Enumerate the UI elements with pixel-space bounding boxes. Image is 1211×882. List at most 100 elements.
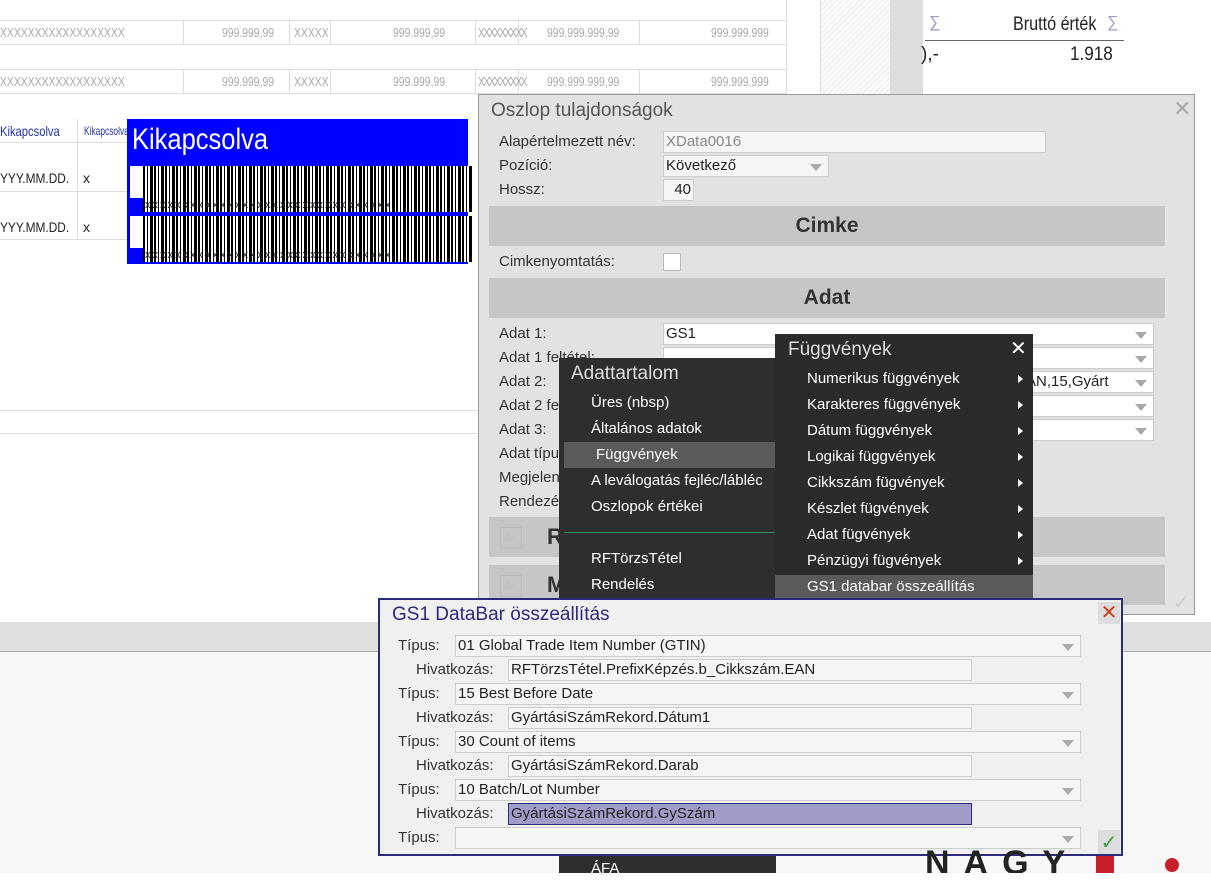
submenu-arrow-icon (1018, 375, 1027, 383)
menu-divider (564, 532, 776, 533)
header-cell: Kikapcsolva (0, 123, 60, 139)
report-cell: 999.999.999 (711, 74, 769, 89)
date-cell: YYY.MM.DD. (0, 219, 70, 235)
submenu-arrow-icon (1018, 505, 1027, 513)
type-select[interactable]: 01 Global Trade Item Number (GTIN) (455, 635, 1081, 657)
type-label: Típus: (398, 637, 440, 654)
submenu-arrow-icon (1018, 453, 1027, 461)
gs1-databar-dialog: GS1 DataBar összeállítás ✕ Típus: 01 Glo… (378, 598, 1123, 856)
data2-label: Adat 2: (499, 373, 547, 390)
submenu-arrow-icon (1018, 531, 1027, 539)
ref-label: Hivatkozás: (416, 805, 494, 822)
label-print-checkbox[interactable] (663, 253, 681, 271)
report-cell: XXXXXXXXX (478, 74, 528, 89)
ref-input[interactable]: GyártásiSzámRekord.GySzám (508, 803, 972, 825)
company-logo: NAGY (925, 846, 1080, 873)
expand-icon[interactable]: ▷ (500, 575, 522, 597)
barcode-text: xxxxxxxxxxxxxxxxxxxxxxxxxxxxxxxxx (145, 199, 393, 211)
submenu-arrow-icon (1018, 427, 1027, 435)
report-cell: XXXXX (294, 25, 329, 40)
length-input[interactable]: 40 (663, 179, 694, 201)
functions-menu: Függvények ✕ Numerikus függvények Karakt… (775, 334, 1033, 598)
sigma-icon: ∑ (929, 14, 941, 31)
menu-item-numeric[interactable]: Numerikus függvények (775, 366, 1033, 392)
type-label: Típus: (398, 829, 440, 846)
menu-item-item-number[interactable]: Cikkszám fügvények (775, 470, 1033, 496)
menu-item-general[interactable]: Általános adatok (559, 416, 776, 442)
position-label: Pozíció: (499, 157, 553, 174)
report-cell: 999.999.999,99 (547, 25, 620, 40)
ref-input[interactable]: GyártásiSzámRekord.Dátum1 (508, 707, 972, 729)
barcode-text: xxxxxxxxxxxxxxxxxxxxxxxxxxxxxxxxx (145, 249, 393, 261)
menu-item-functions[interactable]: Függvények (564, 442, 776, 468)
barcode-preview: Kikapcsolva xxxxxxxxxxxxxxxxxxxxxxxxxxxx… (127, 119, 473, 264)
data1-value: GS1 (666, 325, 697, 342)
type-value: 30 Count of items (458, 733, 576, 750)
menu-item-vat[interactable]: ÁFA (559, 856, 776, 882)
menu-item-gs1-databar[interactable]: GS1 databar összeállítás (775, 575, 1033, 598)
menu-item-rftorzstetel[interactable]: RFTörzsTétel (559, 546, 776, 572)
menu-item-empty[interactable]: Üres (nbsp) (559, 390, 776, 416)
submenu-arrow-icon (1018, 401, 1027, 409)
type-select[interactable]: 10 Batch/Lot Number (455, 779, 1081, 801)
menu-item-financial[interactable]: Pénzügyi fügvények (775, 548, 1033, 574)
menu-item-stock[interactable]: Készlet fügvények (775, 496, 1033, 522)
menu-item-string[interactable]: Karakteres függvények (775, 392, 1033, 418)
menu-item-data[interactable]: Adat fügvények (775, 522, 1033, 548)
type-label: Típus: (398, 685, 440, 702)
menu-title: Függvények (788, 339, 892, 360)
barcode-title: Kikapcsolva (132, 123, 269, 156)
header-cell: Kikapcsolva (84, 124, 129, 138)
position-select[interactable]: Következő (663, 155, 829, 177)
report-cell: XXXXXXXXXXXXXXXXXX (0, 25, 125, 40)
dialog-title: Oszlop tulajdonságok (491, 100, 673, 121)
ref-input[interactable]: RFTörzsTétel.PrefixKépzés.b_Cikkszám.EAN (508, 659, 972, 681)
type-select[interactable]: 15 Best Before Date (455, 683, 1081, 705)
logo-dot (1165, 858, 1179, 872)
x-cell: x (83, 219, 90, 235)
close-icon[interactable]: ✕ (1010, 336, 1027, 361)
data1-label: Adat 1: (499, 325, 547, 342)
data2-value: AN,15,Gyárt (1026, 373, 1109, 390)
report-cell: 999.999,99 (393, 25, 446, 40)
expand-icon[interactable]: ▷ (500, 527, 522, 549)
ref-label: Hivatkozás: (416, 709, 494, 726)
section-label[interactable]: Cimke (489, 206, 1165, 246)
date-cell: YYY.MM.DD. (0, 170, 70, 186)
ok-check-icon[interactable]: ✓ (1173, 590, 1190, 615)
partial-value: ),- (921, 44, 939, 65)
menu-item-column-values[interactable]: Oszlopok értékei (559, 494, 776, 520)
data3-label: Adat 3: (499, 421, 547, 438)
label-print-label: Cimkenyomtatás: (499, 253, 615, 270)
menu-item-order[interactable]: Rendelés (559, 572, 776, 598)
ok-check-icon[interactable]: ✓ (1098, 830, 1120, 854)
default-name-label: Alapértelmezett név: (499, 133, 636, 150)
x-cell: x (83, 170, 90, 186)
close-icon[interactable]: ✕ (1173, 96, 1191, 122)
section-data[interactable]: Adat (489, 278, 1165, 318)
ref-input[interactable]: GyártásiSzámRekord.Darab (508, 755, 972, 777)
menu-item-logical[interactable]: Logikai függvények (775, 444, 1033, 470)
submenu-arrow-icon (1018, 479, 1027, 487)
length-label: Hossz: (499, 181, 545, 198)
dialog-title: GS1 DataBar összeállítás (392, 604, 610, 625)
report-cell: XXXXXXXXX (478, 25, 528, 40)
sigma-icon: ∑ (1107, 14, 1119, 31)
menu-item-date[interactable]: Dátum függvények (775, 418, 1033, 444)
ref-label: Hivatkozás: (416, 757, 494, 774)
default-name-input[interactable]: XData0016 (663, 131, 1046, 153)
report-cell: 999.999.999 (711, 25, 769, 40)
menu-item-header-footer[interactable]: A leválogatás fejléc/lábléc (559, 468, 776, 494)
close-icon[interactable]: ✕ (1098, 602, 1120, 624)
report-cell: 999.999,99 (222, 25, 275, 40)
submenu-arrow-icon (1018, 557, 1027, 565)
report-cell: 999.999.999,99 (547, 74, 620, 89)
gross-value-header: Bruttó érték (1013, 14, 1097, 35)
type-label: Típus: (398, 781, 440, 798)
report-cell: XXXXX (294, 74, 329, 89)
type-select[interactable]: 30 Count of items (455, 731, 1081, 753)
menu-title: Adattartalom (571, 363, 679, 384)
ref-label: Hivatkozás: (416, 661, 494, 678)
type-value: 01 Global Trade Item Number (GTIN) (458, 637, 706, 654)
position-value: Következő (666, 157, 737, 174)
